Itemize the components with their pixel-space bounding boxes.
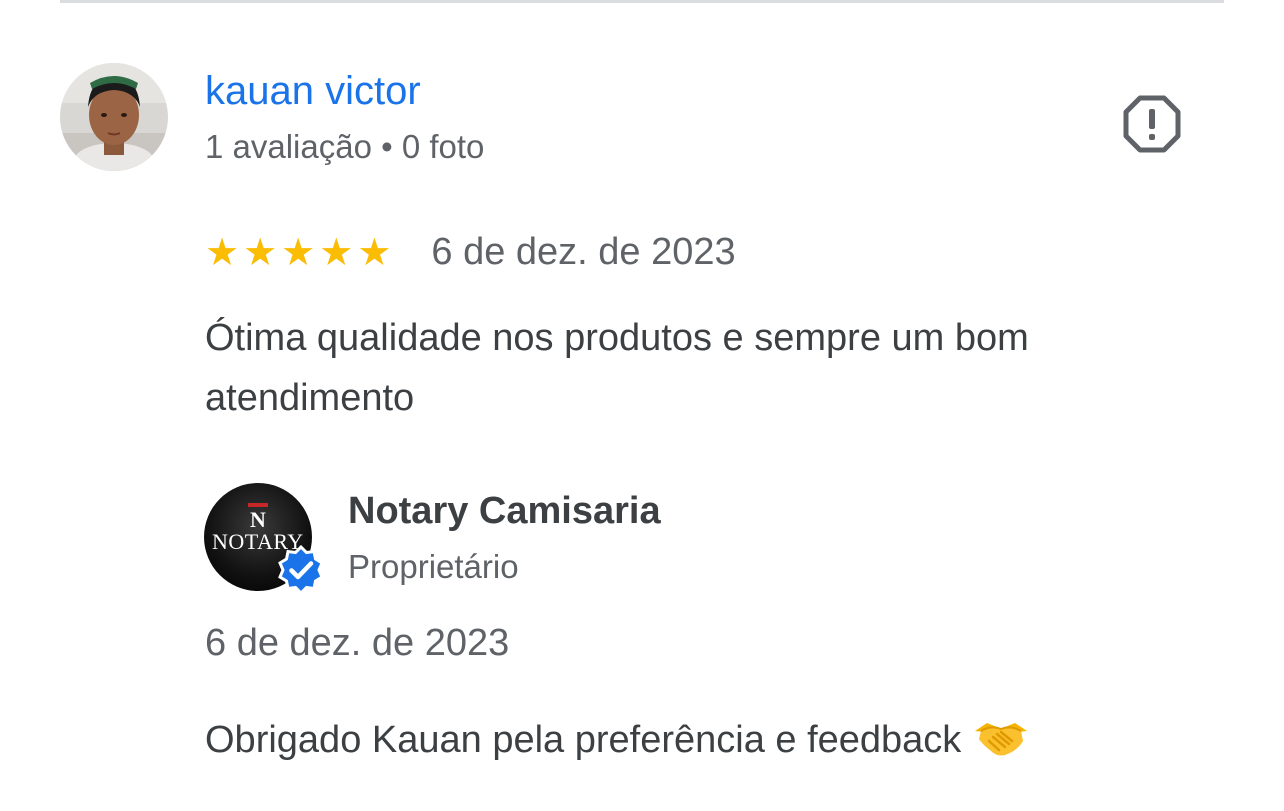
reviewer-avatar[interactable] <box>60 63 168 171</box>
logo-mark: N <box>204 503 312 532</box>
reviewer-name[interactable]: kauan victor <box>205 66 421 116</box>
star-icon: ★ <box>243 230 278 274</box>
top-divider <box>60 0 1224 3</box>
owner-avatar[interactable]: N NOTARY <box>204 483 324 595</box>
star-icon: ★ <box>205 230 240 274</box>
reviewer-meta: 1 avaliação • 0 foto <box>205 128 485 165</box>
owner-role: Proprietário <box>348 548 519 585</box>
report-button[interactable] <box>1118 90 1186 158</box>
reply-text: Obrigado Kauan pela preferência e feedba… <box>205 719 962 761</box>
reply-text-line: Obrigado Kauan pela preferência e feedba… <box>205 714 1029 766</box>
reply-date: 6 de dez. de 2023 <box>205 622 510 664</box>
report-icon <box>1123 95 1181 153</box>
owner-business-name: Notary Camisaria <box>348 490 661 532</box>
review-date: 6 de dez. de 2023 <box>431 231 736 273</box>
verified-badge-icon <box>278 545 324 595</box>
star-icon: ★ <box>319 230 354 274</box>
star-icon: ★ <box>281 230 316 274</box>
rating-row: ★ ★ ★ ★ ★ 6 de dez. de 2023 <box>205 226 736 278</box>
star-icon: ★ <box>357 230 392 274</box>
review-text: Ótima qualidade nos produtos e sempre um… <box>205 317 1029 419</box>
star-rating: ★ ★ ★ ★ ★ <box>205 232 391 272</box>
handshake-emoji-icon <box>975 722 1028 756</box>
